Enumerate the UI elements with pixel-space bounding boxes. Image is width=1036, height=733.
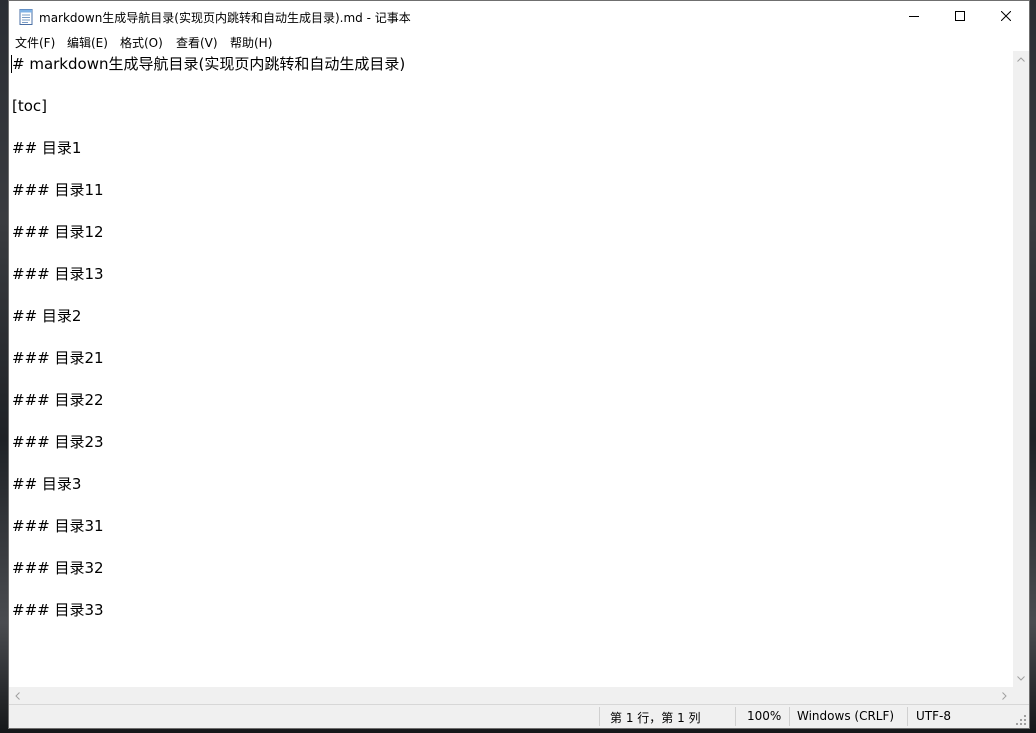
chevron-up-icon: [1017, 57, 1025, 62]
zoom-level: 100%: [747, 709, 782, 723]
menu-edit[interactable]: 编辑(E): [67, 34, 108, 51]
editor-line: ### 目录21: [12, 349, 104, 367]
editor-line: ## 目录3: [12, 475, 82, 493]
scroll-up-button[interactable]: [1013, 51, 1029, 68]
scrollbar-corner: [1013, 687, 1029, 704]
editor-line: ### 目录22: [12, 391, 104, 409]
maximize-icon: [955, 11, 965, 21]
editor-line: ## 目录1: [12, 139, 82, 157]
scroll-right-button[interactable]: [996, 687, 1013, 704]
status-bar: 第 1 行，第 1 列 100% Windows (CRLF) UTF-8: [9, 704, 1029, 728]
editor-line: ## 目录2: [12, 307, 82, 325]
minimize-icon: [909, 16, 919, 17]
chevron-left-icon: [15, 691, 20, 700]
editor-line: ### 目录11: [12, 181, 104, 199]
editor-line: ### 目录31: [12, 517, 104, 535]
notepad-window: markdown生成导航目录(实现页内跳转和自动生成目录).md - 记事本 文…: [8, 0, 1030, 729]
editor-line: # markdown生成导航目录(实现页内跳转和自动生成目录): [12, 55, 406, 73]
scroll-down-button[interactable]: [1013, 670, 1029, 687]
line-ending: Windows (CRLF): [797, 709, 895, 723]
chevron-right-icon: [1002, 691, 1007, 700]
status-divider: [599, 707, 600, 726]
status-divider: [789, 707, 790, 726]
text-editor[interactable]: # markdown生成导航目录(实现页内跳转和自动生成目录) [toc] ##…: [9, 51, 1013, 687]
menu-file[interactable]: 文件(F): [15, 34, 55, 51]
notepad-icon: [19, 9, 33, 25]
editor-line: ### 目录23: [12, 433, 104, 451]
encoding: UTF-8: [916, 709, 951, 723]
chevron-down-icon: [1017, 676, 1025, 681]
editor-line: ### 目录33: [12, 601, 104, 619]
menu-help[interactable]: 帮助(H): [230, 34, 272, 51]
close-icon: [1001, 11, 1011, 21]
vertical-scrollbar[interactable]: [1013, 51, 1029, 687]
editor-line: ### 目录13: [12, 265, 104, 283]
window-title: markdown生成导航目录(实现页内跳转和自动生成目录).md - 记事本: [39, 11, 411, 25]
scroll-left-button[interactable]: [9, 687, 26, 704]
minimize-button[interactable]: [891, 1, 937, 31]
resize-grip-icon[interactable]: [1015, 714, 1027, 726]
close-button[interactable]: [983, 1, 1029, 31]
title-bar[interactable]: markdown生成导航目录(实现页内跳转和自动生成目录).md - 记事本: [9, 1, 1029, 31]
vertical-scroll-track[interactable]: [1013, 68, 1029, 670]
horizontal-scrollbar[interactable]: [9, 687, 1013, 704]
status-divider: [735, 707, 736, 726]
maximize-button[interactable]: [937, 1, 983, 31]
editor-line: [toc]: [12, 97, 48, 115]
status-divider: [907, 707, 908, 726]
menu-format[interactable]: 格式(O): [120, 34, 163, 51]
menu-bar: 文件(F) 编辑(E) 格式(O) 查看(V) 帮助(H): [9, 31, 1029, 51]
editor-line: ### 目录32: [12, 559, 104, 577]
editor-line: ### 目录12: [12, 223, 104, 241]
cursor-position: 第 1 行，第 1 列: [610, 711, 701, 725]
menu-view[interactable]: 查看(V): [176, 34, 218, 51]
